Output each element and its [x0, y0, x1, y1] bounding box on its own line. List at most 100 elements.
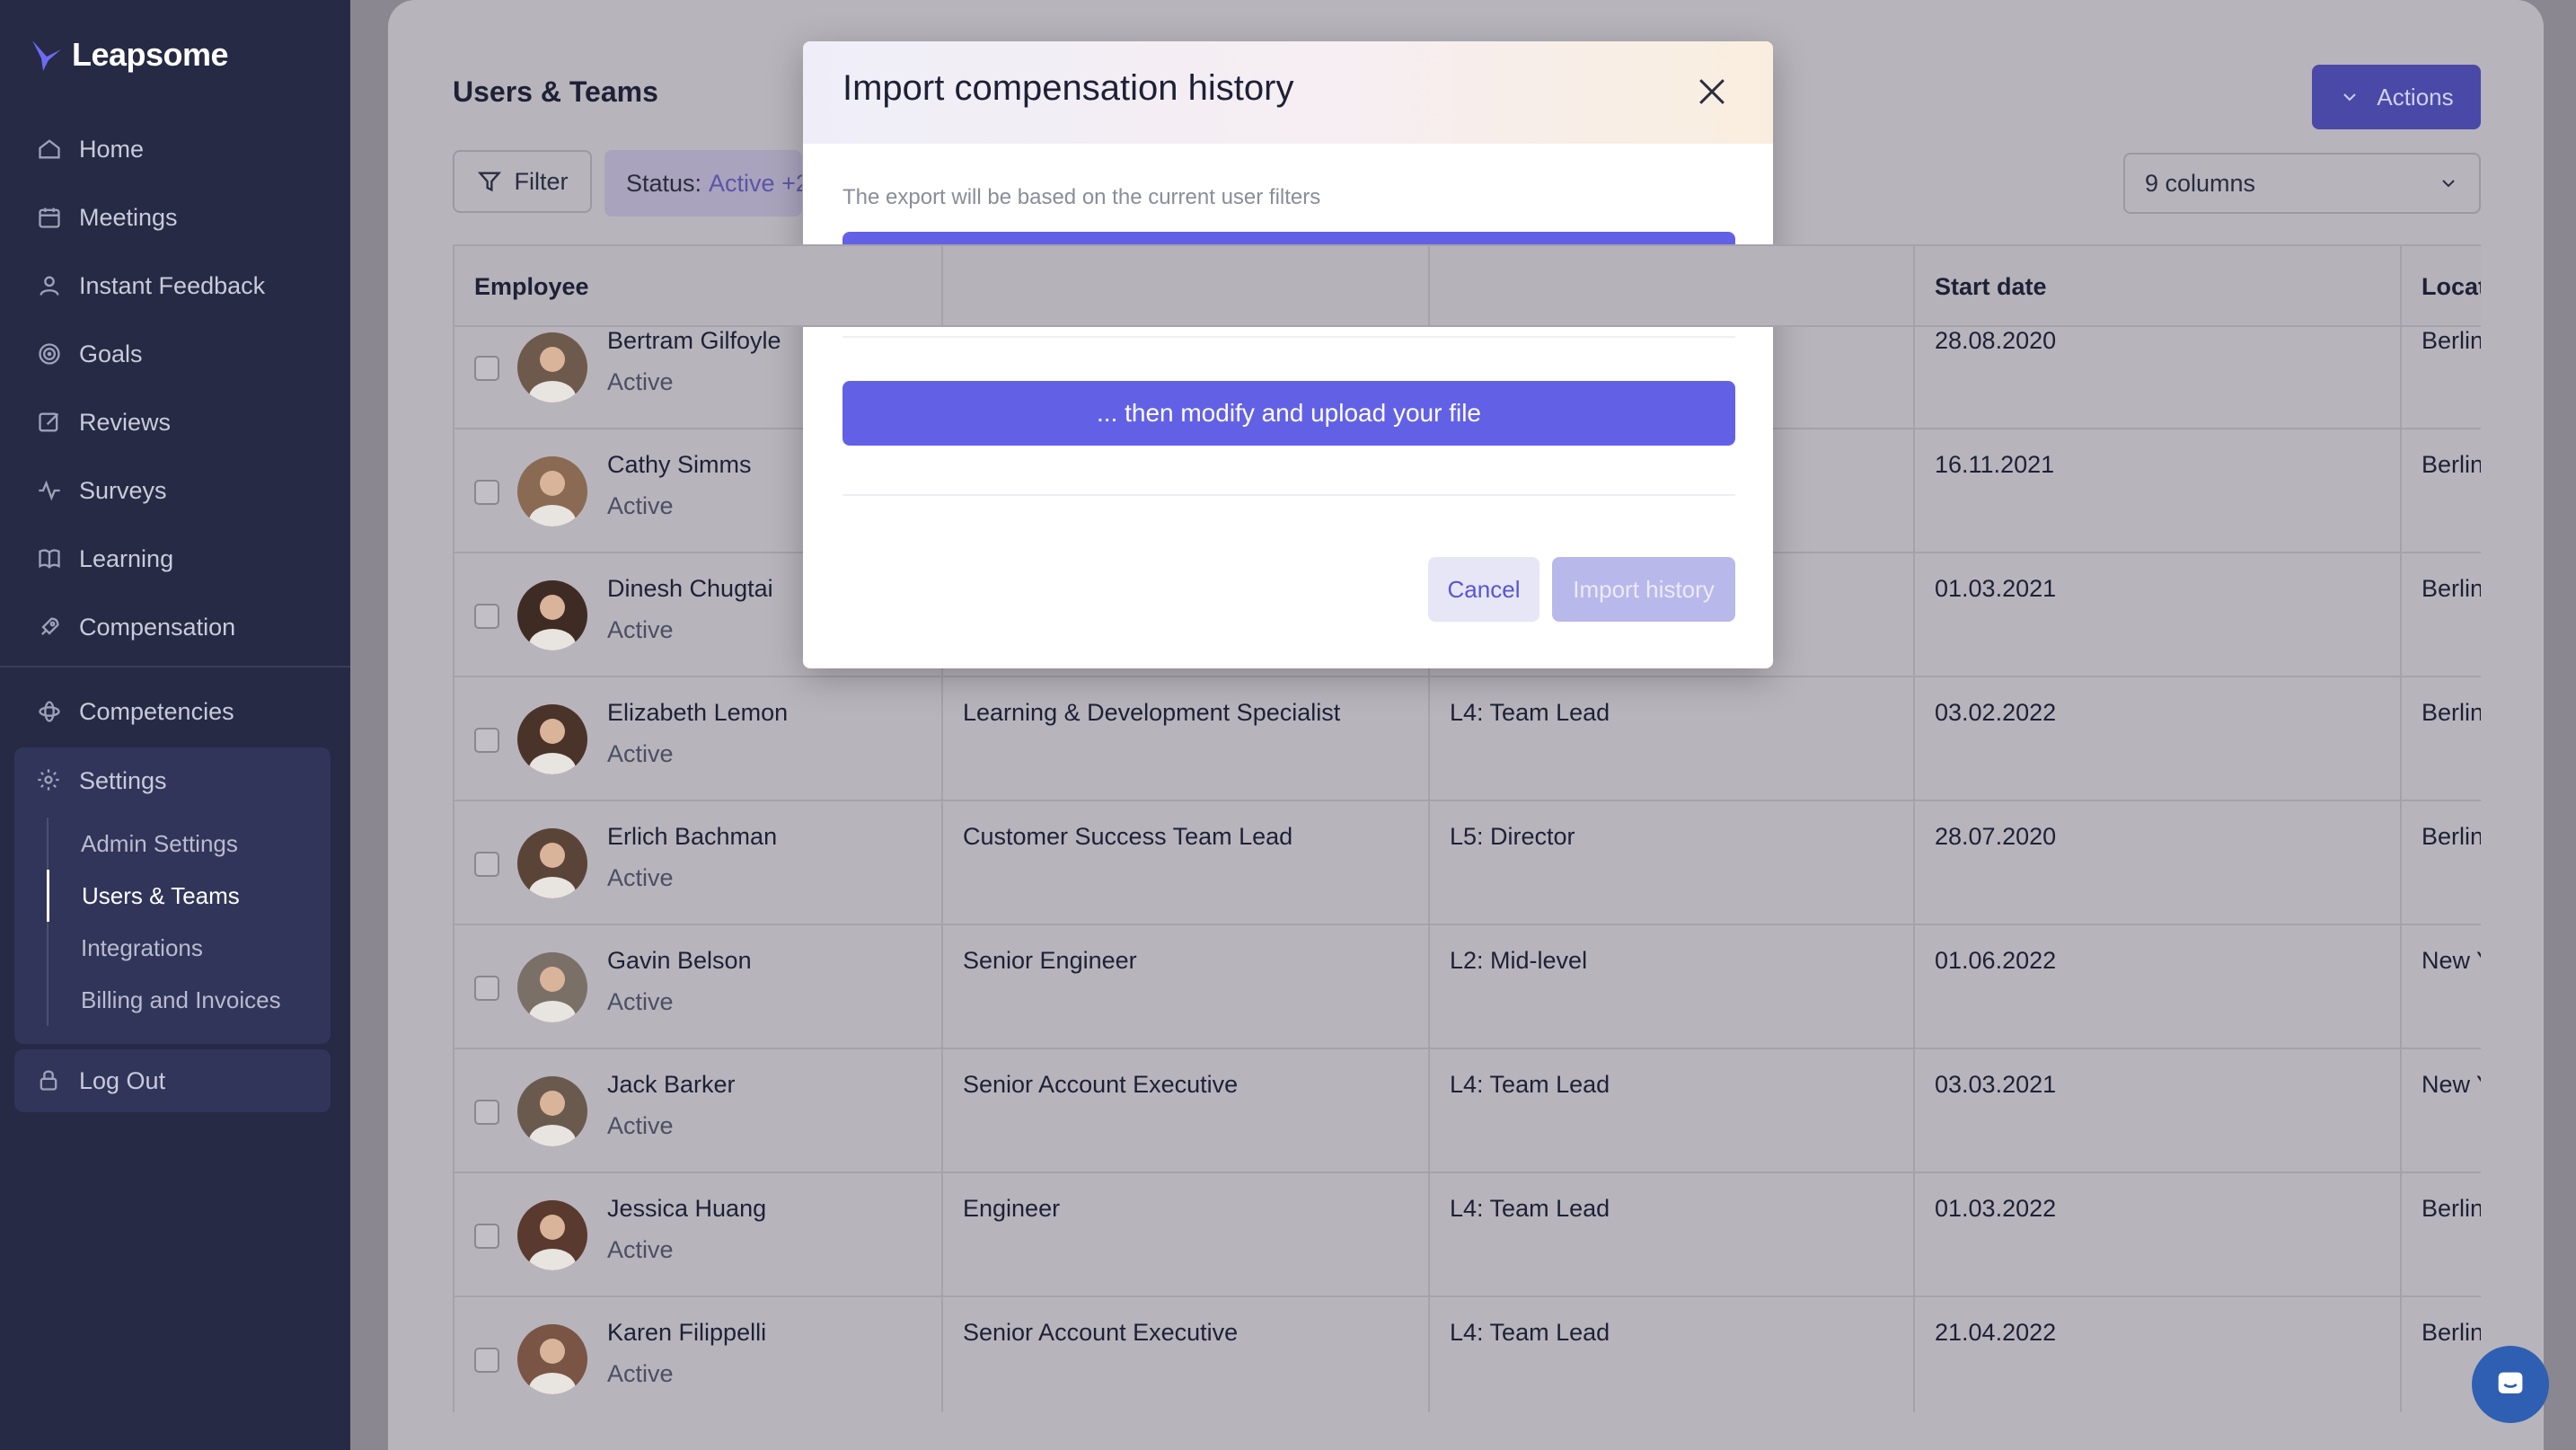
employee-name[interactable]: Gavin Belson [607, 947, 752, 975]
avatar[interactable] [517, 332, 587, 402]
table-row[interactable]: Elizabeth Lemon Active Learning & Developm… [454, 677, 2481, 801]
employee-name[interactable]: Karen Filippelli [607, 1319, 766, 1347]
nav-item-instant-feedback[interactable]: Instant Feedback [0, 252, 350, 320]
nav-item-label: Home [79, 135, 145, 163]
table-row[interactable]: Karen Filippelli Active Senior Account Exe… [454, 1297, 2481, 1412]
nav-item-home[interactable]: Home [0, 115, 350, 183]
employee-status: Active [607, 988, 674, 1015]
start-date-text: 01.06.2022 [1935, 947, 2057, 974]
secondary-nav: Competencies [0, 677, 350, 746]
filter-button[interactable]: Filter [453, 150, 592, 213]
col-header-level[interactable] [1430, 246, 1915, 327]
avatar[interactable] [517, 828, 587, 898]
row-checkbox[interactable] [474, 728, 499, 753]
actions-button[interactable]: Actions [2312, 65, 2481, 129]
nav-item-settings[interactable]: Settings [14, 747, 331, 814]
employee-name[interactable]: Bertram Gilfoyle [607, 327, 781, 355]
location-text: Berlin [2422, 699, 2481, 726]
columns-select[interactable]: 9 columns [2123, 153, 2481, 214]
start-date-text: 03.03.2021 [1935, 1071, 2057, 1098]
row-checkbox[interactable] [474, 976, 499, 1001]
gear-icon [36, 767, 63, 794]
start-date-text: 21.04.2022 [1935, 1319, 2057, 1346]
level-text: L2: Mid-level [1450, 947, 1588, 974]
avatar[interactable] [517, 580, 587, 650]
status-filter-chip[interactable]: Status: Active +2 [604, 150, 802, 217]
nav-item-meetings[interactable]: Meetings [0, 183, 350, 252]
logout-button[interactable]: Log Out [14, 1049, 331, 1112]
nav-item-compensation[interactable]: Compensation [0, 593, 350, 661]
employee-name[interactable]: Jack Barker [607, 1071, 736, 1099]
col-header-position[interactable] [943, 246, 1430, 327]
subnav-item-integrations[interactable]: Integrations [49, 922, 316, 974]
close-button[interactable] [1692, 72, 1732, 111]
table-row[interactable]: Erlich Bachman Active Customer Success Tea… [454, 801, 2481, 925]
location-text: Berlin [2422, 823, 2481, 850]
nav-item-label: Compensation [79, 613, 236, 641]
settings-label: Settings [79, 766, 167, 794]
row-checkbox[interactable] [474, 604, 499, 629]
home-icon [36, 136, 63, 163]
cancel-button[interactable]: Cancel [1428, 557, 1539, 622]
avatar[interactable] [517, 456, 587, 526]
start-date-text: 28.08.2020 [1935, 327, 2057, 354]
chat-support-button[interactable] [2472, 1346, 2549, 1423]
employee-name[interactable]: Jessica Huang [607, 1195, 766, 1223]
location-cell: New Y [2402, 1049, 2481, 1173]
subnav-item-admin-settings[interactable]: Admin Settings [49, 818, 316, 870]
level-cell: L2: Mid-level [1430, 925, 1915, 1049]
employee-name[interactable]: Dinesh Chugtai [607, 575, 773, 603]
import-history-button[interactable]: Import history [1552, 557, 1735, 622]
employee-status: Active [607, 740, 674, 767]
nav-item-label: Reviews [79, 408, 172, 436]
nav-item-competencies[interactable]: Competencies [0, 677, 350, 746]
modal-separator [842, 494, 1735, 496]
row-checkbox[interactable] [474, 852, 499, 877]
location-text: Berlin [2422, 327, 2481, 354]
start-date-text: 01.03.2022 [1935, 1195, 2057, 1222]
employee-status: Active [607, 1236, 674, 1263]
location-text: Berlin [2422, 1195, 2481, 1222]
avatar[interactable] [517, 1076, 587, 1146]
position-text: Senior Account Executive [963, 1071, 1239, 1098]
employee-cell: Karen Filippelli Active [454, 1297, 943, 1412]
main-nav: Home Meetings Instant Feedback Goals Rev… [0, 115, 350, 661]
leapsome-logo[interactable]: Leapsome [31, 36, 229, 74]
table-row[interactable]: Gavin Belson Active Senior Engineer L2: Mid… [454, 925, 2481, 1049]
location-text: Berlin [2422, 575, 2481, 602]
row-checkbox[interactable] [474, 356, 499, 381]
table-row[interactable]: Jack Barker Active Senior Account Executiv… [454, 1049, 2481, 1173]
chat-icon [2498, 1372, 2523, 1393]
modal-subtitle: The export will be based on the current … [842, 185, 1321, 209]
col-header-employee[interactable]: Employee [454, 246, 943, 327]
start-date-text: 03.02.2022 [1935, 699, 2057, 726]
avatar[interactable] [517, 1324, 587, 1394]
modal-title: Import compensation history [842, 68, 1294, 108]
row-checkbox[interactable] [474, 1348, 499, 1373]
row-checkbox[interactable] [474, 480, 499, 505]
employee-name[interactable]: Cathy Simms [607, 451, 752, 479]
edit-icon [36, 409, 63, 436]
col-header-start-date[interactable]: Start date [1915, 246, 2402, 327]
col-header-location[interactable]: Locat [2402, 246, 2481, 327]
subnav-item-users-teams[interactable]: Users & Teams [47, 870, 316, 922]
employee-name[interactable]: Elizabeth Lemon [607, 699, 788, 727]
avatar[interactable] [517, 952, 587, 1022]
nav-item-learning[interactable]: Learning [0, 525, 350, 593]
lock-icon [36, 1067, 63, 1094]
nav-item-goals[interactable]: Goals [0, 320, 350, 388]
subnav-item-billing[interactable]: Billing and Invoices [49, 974, 316, 1026]
employee-cell: Gavin Belson Active [454, 925, 943, 1049]
start-date-cell: 28.07.2020 [1915, 801, 2402, 925]
nav-item-reviews[interactable]: Reviews [0, 388, 350, 456]
avatar[interactable] [517, 704, 587, 774]
employee-name[interactable]: Erlich Bachman [607, 823, 777, 851]
avatar[interactable] [517, 1200, 587, 1270]
level-text: L5: Director [1450, 823, 1575, 850]
nav-item-surveys[interactable]: Surveys [0, 456, 350, 525]
position-cell: Senior Account Executive [943, 1049, 1430, 1173]
upload-file-button[interactable]: ... then modify and upload your file [842, 381, 1735, 446]
row-checkbox[interactable] [474, 1100, 499, 1125]
row-checkbox[interactable] [474, 1224, 499, 1249]
table-row[interactable]: Jessica Huang Active Engineer L4: Team Lead… [454, 1173, 2481, 1297]
